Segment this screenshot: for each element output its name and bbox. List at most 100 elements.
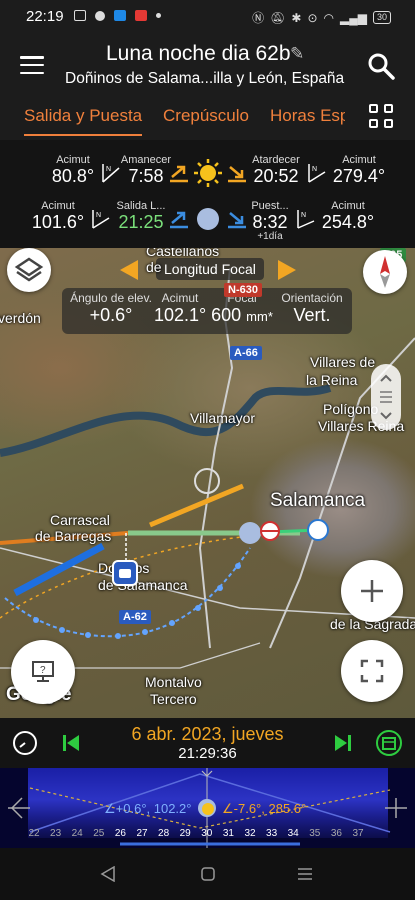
hour-tick-label: 37 <box>352 828 364 839</box>
focal-prev-arrow-icon[interactable] <box>120 260 138 280</box>
grid-view-icon[interactable] <box>345 96 415 140</box>
place-label: Villares de <box>310 354 376 370</box>
hour-tick-label: 24 <box>71 828 83 839</box>
sun-position-readout: ∠-7.6°, 285.6° <box>222 801 307 816</box>
place-label: Castellanos <box>146 248 220 259</box>
moonrise-time: Salida L... 21:25 <box>116 200 166 233</box>
azimuth-param: Acimut 102.1° <box>154 291 207 325</box>
system-icons: Ⓝ 🔕︎ ✱ ⊙ ◠ ▂▄▆ 30 <box>252 9 391 26</box>
tab-crepusculo[interactable]: Crepúsculo <box>163 106 249 126</box>
hour-tick-label: 23 <box>50 828 62 839</box>
azimuth-arrow-icon: N <box>308 164 326 183</box>
status-time: 22:19 <box>26 8 64 25</box>
svg-text:?: ? <box>40 665 46 676</box>
road-badge: N-630 <box>224 283 262 297</box>
hour-tick-label: 27 <box>136 828 148 839</box>
focal-next-arrow-icon[interactable] <box>278 260 296 280</box>
sunrise-icon <box>170 165 188 183</box>
skip-forward-icon[interactable] <box>334 734 352 752</box>
place-label: la Reina <box>306 372 358 388</box>
app-header: Luna noche dia 62b ✎ Doñinos de Salama..… <box>0 34 415 96</box>
place-label: verdón <box>0 310 41 326</box>
sunrise-time: Amanecer 7:58 <box>120 154 172 187</box>
hour-tick-label: 28 <box>158 828 170 839</box>
status-bar: 22:19 Ⓝ 🔕︎ ✱ ⊙ ◠ ▂▄▆ 30 <box>0 0 415 34</box>
tab-horas-especiales[interactable]: Horas Esp <box>270 106 349 126</box>
tab-salida-puesta[interactable]: Salida y Puesta <box>24 106 143 136</box>
camera-params-panel[interactable]: Ángulo de elev. +0.6° Acimut 102.1° Foca… <box>62 288 352 334</box>
zoom-slider[interactable] <box>371 364 401 430</box>
hamburger-menu-icon[interactable] <box>20 56 44 74</box>
tab-bar: Salida y Puesta Crepúsculo Horas Esp <box>0 96 415 140</box>
recents-icon[interactable] <box>296 866 314 882</box>
hour-tick-label: 29 <box>179 828 191 839</box>
camera-pin-icon[interactable] <box>112 560 138 586</box>
hour-tick-label: 32 <box>244 828 256 839</box>
hour-tick-label: 30 <box>201 828 213 839</box>
hour-tick-label: 33 <box>266 828 278 839</box>
svg-text:N: N <box>106 166 111 173</box>
moonset-azimuth: Acimut 254.8° <box>321 200 375 233</box>
mute-icon: 🔕︎ <box>270 10 286 25</box>
moon-position-readout: ∠+0.6°, 102.2° <box>104 801 192 816</box>
hour-tick-label: 34 <box>287 828 299 839</box>
svg-text:N: N <box>312 166 317 173</box>
app-icon <box>114 10 126 21</box>
edit-pencil-icon[interactable]: ✎ <box>290 44 304 64</box>
battery-icon: 30 <box>372 11 391 24</box>
hour-ticks: 22 23 24 25 26 27 28 29 30 31 32 33 34 35 36 37 <box>0 828 415 842</box>
place-label: Villamayor <box>190 410 256 426</box>
compass-icon <box>380 256 390 288</box>
help-screen-icon: ? <box>32 661 54 682</box>
home-icon[interactable] <box>200 866 216 882</box>
date-bar: 6 abr. 2023, jueves 21:29:36 <box>0 718 415 768</box>
compass-button[interactable] <box>363 250 407 294</box>
nfc-icon: Ⓝ <box>252 11 265 25</box>
azimuth-arrow-icon: N <box>297 210 315 229</box>
sun-icon <box>194 159 222 187</box>
hour-tick-label: 36 <box>330 828 342 839</box>
sunset-icon <box>228 166 246 183</box>
help-screen-button[interactable]: ? <box>11 640 75 704</box>
rise-set-panel: Acimut 80.8° N Amanecer 7:58 Atardecer 2… <box>0 140 415 248</box>
place-label: Polígono <box>323 401 379 417</box>
map-view[interactable]: Longitud Focal Ángulo de elev. +0.6° Aci… <box>0 248 415 718</box>
current-date[interactable]: 6 abr. 2023, jueves <box>0 724 415 745</box>
place-label: de Barregas <box>35 528 112 544</box>
hour-tick-label: 22 <box>28 828 40 839</box>
moonset-time: Puest... 8:32 +1día <box>251 200 289 242</box>
place-label-salamanca: Salamanca <box>270 490 366 511</box>
orientation-param: Orientación Vert. <box>281 291 343 325</box>
search-icon[interactable] <box>367 52 395 80</box>
moonrise-icon <box>170 211 188 229</box>
hour-tick-label: 26 <box>114 828 126 839</box>
place-label: Tercero <box>150 691 197 707</box>
location-subtitle[interactable]: Doñinos de Salama...illa y León, España <box>65 70 344 88</box>
moonrise-azimuth: Acimut 101.6° <box>31 200 85 233</box>
chat-icon <box>95 10 105 21</box>
notification-icons <box>74 10 161 21</box>
sunrise-azimuth: Acimut 80.8° <box>51 154 95 187</box>
time-slider[interactable]: ∠+0.6°, 102.2° ∠-7.6°, 285.6° 22 23 24 25 26… <box>0 768 415 848</box>
zoom-slider-icon <box>380 374 392 420</box>
focal-length-label: Longitud Focal <box>156 258 264 280</box>
road-badge: A-66 <box>230 346 262 360</box>
moon-icon <box>197 208 219 230</box>
calendar-icon[interactable] <box>376 730 402 756</box>
bluetooth-icon: ✱ <box>291 10 302 25</box>
add-pin-button[interactable] <box>341 560 403 622</box>
layers-button[interactable] <box>7 248 51 292</box>
fullscreen-button[interactable] <box>341 640 403 702</box>
wifi-icon: ◠ <box>323 10 335 25</box>
svg-text:N: N <box>96 212 101 219</box>
signal-icon: ▂▄▆ <box>340 10 367 25</box>
screen-icon <box>74 10 86 21</box>
plus-icon <box>361 580 383 602</box>
plan-title[interactable]: Luna noche dia 62b <box>106 42 291 66</box>
mail-icon <box>135 10 147 21</box>
place-label: Carrascal <box>50 512 110 528</box>
layers-icon <box>14 257 44 282</box>
svg-text:N: N <box>301 212 306 219</box>
back-icon[interactable] <box>100 866 116 882</box>
current-time[interactable]: 21:29:36 <box>0 745 415 762</box>
